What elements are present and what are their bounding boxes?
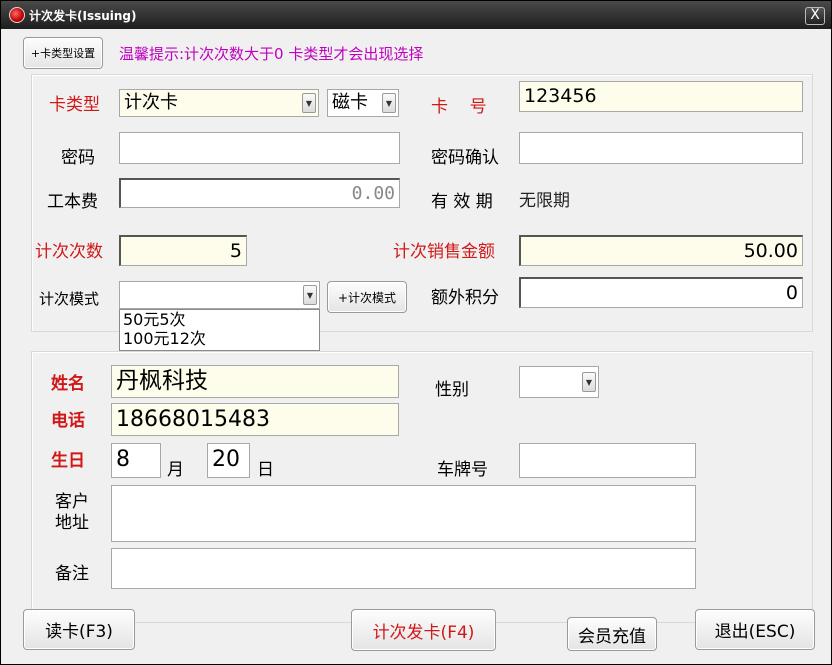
title-bar[interactable]: 计次发卡(Issuing) X: [1, 1, 831, 29]
count-label: 计次次数: [35, 242, 103, 262]
chevron-down-icon[interactable]: ▼: [303, 285, 317, 305]
issuing-window: 计次发卡(Issuing) X +卡类型设置 温馨提示:计次次数大于0 卡类型才…: [0, 0, 832, 665]
mode-dropdown-list[interactable]: 50元5次 100元12次: [119, 309, 320, 351]
name-label: 姓名: [51, 374, 85, 394]
amount-input[interactable]: 50.00: [519, 235, 803, 266]
address-input[interactable]: [111, 485, 696, 542]
password-confirm-input[interactable]: [519, 132, 803, 164]
phone-input[interactable]: 18668015483: [111, 403, 399, 436]
card-number-input[interactable]: 123456: [519, 81, 803, 112]
month-unit: 月: [167, 460, 184, 480]
points-input[interactable]: 0: [519, 277, 803, 308]
fee-label: 工本费: [47, 192, 98, 212]
content-area: +卡类型设置 温馨提示:计次次数大于0 卡类型才会出现选择 卡类型 计次卡 ▼ …: [1, 29, 831, 664]
hint-text: 温馨提示:计次次数大于0 卡类型才会出现选择: [119, 45, 424, 63]
address-label-line2: 地址: [55, 513, 89, 533]
mode-label: 计次模式: [39, 290, 100, 308]
gender-select[interactable]: ▼: [519, 366, 599, 398]
add-mode-button[interactable]: +计次模式: [327, 281, 407, 313]
birth-day-input[interactable]: 20: [207, 443, 250, 478]
read-card-button[interactable]: 读卡(F3): [23, 609, 135, 650]
amount-label: 计次销售金额: [393, 242, 495, 262]
mode-option[interactable]: 100元12次: [123, 329, 319, 348]
name-input[interactable]: 丹枫科技: [111, 365, 399, 398]
day-unit: 日: [257, 460, 274, 480]
exit-button[interactable]: 退出(ESC): [695, 609, 815, 650]
fee-input[interactable]: 0.00: [119, 178, 400, 208]
chevron-down-icon[interactable]: ▼: [582, 372, 596, 392]
card-media-select[interactable]: 磁卡 ▼: [327, 89, 399, 117]
card-number-label: 卡 号: [431, 97, 487, 117]
mode-select[interactable]: ▼: [119, 281, 320, 309]
member-recharge-button[interactable]: 会员充值: [567, 617, 657, 651]
count-input[interactable]: 5: [119, 235, 247, 266]
password-input[interactable]: [119, 132, 400, 164]
chevron-down-icon[interactable]: ▼: [302, 93, 316, 113]
remark-input[interactable]: [111, 548, 696, 589]
card-type-select[interactable]: 计次卡 ▼: [119, 89, 319, 117]
app-icon: [9, 7, 25, 23]
validity-value: 无限期: [519, 191, 570, 211]
birth-month-input[interactable]: 8: [111, 443, 161, 478]
issue-card-button[interactable]: 计次发卡(F4): [351, 609, 496, 651]
mode-option[interactable]: 50元5次: [123, 310, 319, 329]
card-type-value: 计次卡: [124, 92, 178, 113]
close-button[interactable]: X: [805, 7, 825, 25]
window-title: 计次发卡(Issuing): [29, 9, 137, 23]
plate-label: 车牌号: [437, 460, 488, 480]
plate-input[interactable]: [519, 443, 696, 478]
password-confirm-label: 密码确认: [431, 148, 499, 168]
card-type-label: 卡类型: [49, 95, 100, 115]
gender-label: 性别: [435, 380, 469, 400]
card-type-settings-button[interactable]: +卡类型设置: [23, 37, 103, 69]
card-media-value: 磁卡: [332, 92, 368, 113]
chevron-down-icon[interactable]: ▼: [382, 93, 396, 113]
password-label: 密码: [61, 148, 95, 168]
validity-label: 有 效 期: [431, 192, 493, 212]
phone-label: 电话: [51, 411, 85, 431]
points-label: 额外积分: [431, 288, 499, 308]
remark-label: 备注: [55, 564, 89, 584]
birthday-label: 生日: [51, 451, 85, 471]
